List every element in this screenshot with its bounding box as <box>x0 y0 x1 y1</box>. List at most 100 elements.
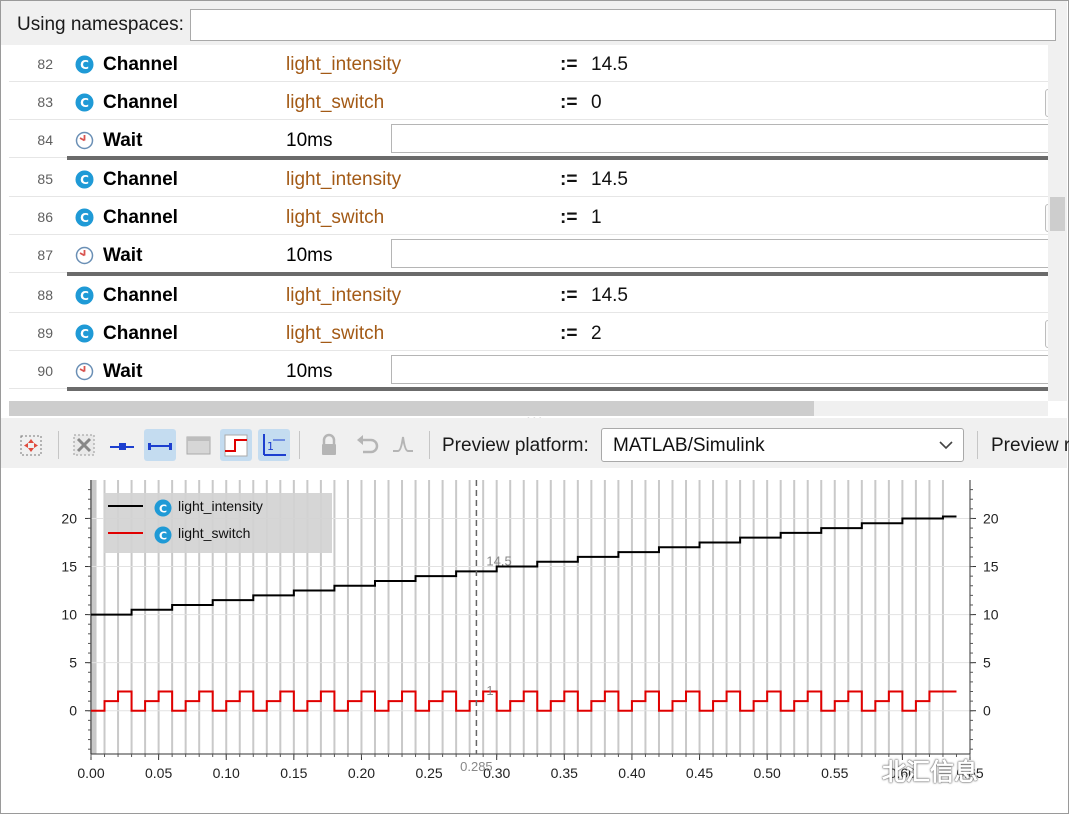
line-number: 82 <box>37 56 53 72</box>
preview-toolbar: 1 Preview platform: MATLAB/Simulink Prev… <box>1 418 1069 468</box>
panel-icon[interactable] <box>182 429 214 461</box>
svg-text:C: C <box>80 173 89 187</box>
script-row[interactable]: 85 C Channel light_intensity := 14.5 <box>9 160 1048 197</box>
channel-c-icon: C <box>75 55 94 74</box>
assigned-value[interactable]: 14.5 <box>591 169 628 191</box>
command-name: Wait <box>103 361 143 382</box>
signal-name: light_intensity <box>286 169 402 190</box>
segment-marker-icon[interactable] <box>144 429 176 461</box>
channel-c-icon: C <box>75 286 94 305</box>
x-tick-label: 0.35 <box>551 765 578 781</box>
script-row[interactable]: 84 Wait 10ms <box>9 121 1048 158</box>
y-tick-label-right: 20 <box>983 510 999 526</box>
signal-name: light_switch <box>286 323 385 344</box>
x-tick-label: 0.05 <box>145 765 172 781</box>
x-tick-label: 0.25 <box>415 765 442 781</box>
clock-icon <box>75 246 94 265</box>
wait-duration[interactable]: 10ms <box>286 130 332 152</box>
channel-c-icon: C <box>75 170 94 189</box>
assign-operator: := <box>560 54 578 75</box>
lock-icon[interactable] <box>313 429 345 461</box>
toolbar-divider <box>429 431 430 459</box>
assign-operator: := <box>560 323 578 344</box>
script-row[interactable]: 87 Wait 10ms <box>9 236 1048 273</box>
channel-c-icon: C <box>75 208 94 227</box>
script-row[interactable]: 89 C Channel light_switch := 2 <box>9 314 1048 351</box>
channel-c-icon: C <box>75 324 94 343</box>
assigned-value[interactable]: 2 <box>591 323 602 345</box>
y-tick-label-right: 0 <box>983 703 991 719</box>
command-name: Channel <box>103 285 178 306</box>
legend-label: light_switch <box>178 525 250 541</box>
assign-operator: := <box>560 285 578 306</box>
command-name: Channel <box>103 323 178 344</box>
fit-view-icon[interactable] <box>15 429 47 461</box>
command-name: Channel <box>103 92 178 113</box>
assigned-value[interactable]: 1 <box>591 207 602 229</box>
block-separator <box>67 387 1048 391</box>
signal-name: light_switch <box>286 92 385 113</box>
command-name: Channel <box>103 169 178 190</box>
y-tick-label-left: 20 <box>61 510 77 526</box>
wait-duration[interactable]: 10ms <box>286 361 332 383</box>
svg-text:C: C <box>80 289 89 303</box>
preview-platform-label: Preview platform: <box>442 435 589 456</box>
signal-name: light_intensity <box>286 54 402 75</box>
comment-field[interactable] <box>391 124 1048 153</box>
watermark: 北汇信息 <box>882 759 978 786</box>
assigned-value[interactable]: 0 <box>591 92 602 114</box>
y-tick-label-left: 10 <box>61 607 77 623</box>
clock-icon <box>75 131 94 150</box>
horizontal-scroll-thumb[interactable] <box>9 401 814 416</box>
x-tick-label: 0.50 <box>754 765 781 781</box>
cursor-x-label: 0.285 <box>460 759 493 774</box>
line-number: 83 <box>37 94 53 110</box>
chevron-down-icon <box>939 441 953 450</box>
command-name: Wait <box>103 245 143 266</box>
x-tick-label: 0.55 <box>821 765 848 781</box>
step-signal-icon[interactable] <box>220 429 252 461</box>
script-row[interactable]: 86 C Channel light_switch := 1 <box>9 198 1048 235</box>
command-name: Channel <box>103 207 178 228</box>
point-marker-icon[interactable] <box>106 429 138 461</box>
assigned-value[interactable]: 14.5 <box>591 285 628 307</box>
line-number: 86 <box>37 209 53 225</box>
x-tick-label: 0.15 <box>280 765 307 781</box>
wait-duration[interactable]: 10ms <box>286 245 332 267</box>
peak-icon[interactable] <box>387 429 419 461</box>
script-row[interactable]: 83 C Channel light_switch := 0 <box>9 83 1048 120</box>
channel-c-icon-glyph: C <box>159 503 167 516</box>
namespaces-label: Using namespaces: <box>17 14 184 35</box>
line-number: 90 <box>37 363 53 379</box>
script-row[interactable]: 90 Wait 10ms <box>9 352 1048 389</box>
y-tick-label-left: 0 <box>69 703 77 719</box>
assign-operator: := <box>560 92 578 113</box>
y-tick-label-right: 5 <box>983 655 991 671</box>
line-number: 84 <box>37 132 53 148</box>
preview-trailing-label: Preview r <box>991 435 1069 456</box>
comment-field[interactable] <box>391 239 1048 268</box>
assign-operator: := <box>560 207 578 228</box>
axis-value-icon[interactable]: 1 <box>258 429 290 461</box>
comment-field[interactable] <box>391 355 1048 384</box>
svg-text:1: 1 <box>267 440 274 453</box>
delete-icon[interactable] <box>68 429 100 461</box>
namespaces-bar: Using namespaces: <box>1 1 1067 45</box>
script-row[interactable]: 82 C Channel light_intensity := 14.5 <box>9 45 1048 82</box>
toolbar-divider <box>299 431 300 459</box>
x-tick-label: 0.40 <box>618 765 645 781</box>
command-name: Wait <box>103 130 143 151</box>
y-tick-label-right: 15 <box>983 559 999 575</box>
cursor-value-label: 14.5 <box>486 553 511 568</box>
namespaces-input[interactable] <box>190 9 1056 41</box>
x-tick-label: 0.00 <box>77 765 104 781</box>
vertical-scroll-thumb[interactable] <box>1050 197 1065 231</box>
toolbar-divider <box>977 431 978 459</box>
clock-icon <box>75 362 94 381</box>
command-name: Channel <box>103 54 178 75</box>
preview-platform-dropdown[interactable]: MATLAB/Simulink <box>601 428 964 462</box>
script-row[interactable]: 88 C Channel light_intensity := 14.5 <box>9 276 1048 313</box>
line-number: 85 <box>37 171 53 187</box>
undo-icon[interactable] <box>351 429 383 461</box>
assigned-value[interactable]: 14.5 <box>591 54 628 76</box>
